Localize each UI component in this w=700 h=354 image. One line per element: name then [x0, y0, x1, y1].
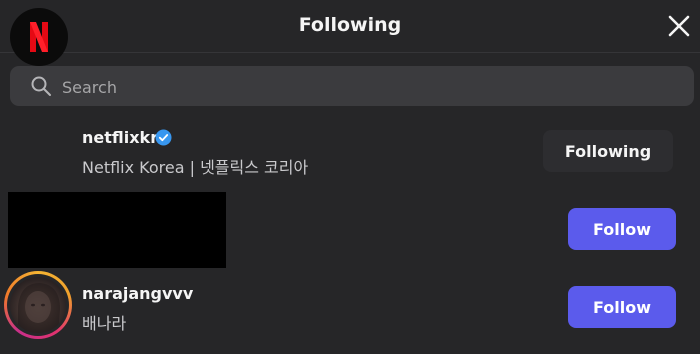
modal-title: Following — [298, 14, 402, 36]
close-icon[interactable] — [666, 13, 692, 39]
search-icon — [30, 75, 52, 97]
netflix-logo-icon — [30, 22, 48, 52]
follow-button[interactable]: Follow — [568, 208, 676, 250]
follow-button[interactable]: Follow — [568, 286, 676, 328]
username[interactable]: narajangvvv — [82, 284, 193, 303]
avatar[interactable] — [10, 8, 68, 66]
profile-photo — [10, 277, 66, 333]
following-button[interactable]: Following — [543, 130, 673, 172]
avatar[interactable] — [4, 271, 72, 339]
display-name: Netflix Korea | 넷플릭스 코리아 — [82, 158, 309, 177]
search-input[interactable] — [60, 66, 664, 108]
display-name: 배나라 — [82, 314, 127, 333]
redacted-account-block — [8, 192, 226, 268]
verified-badge-icon — [155, 129, 172, 146]
search-bar[interactable] — [10, 66, 694, 108]
modal-header: Following — [0, 0, 700, 53]
username[interactable]: netflixkr — [82, 128, 158, 147]
